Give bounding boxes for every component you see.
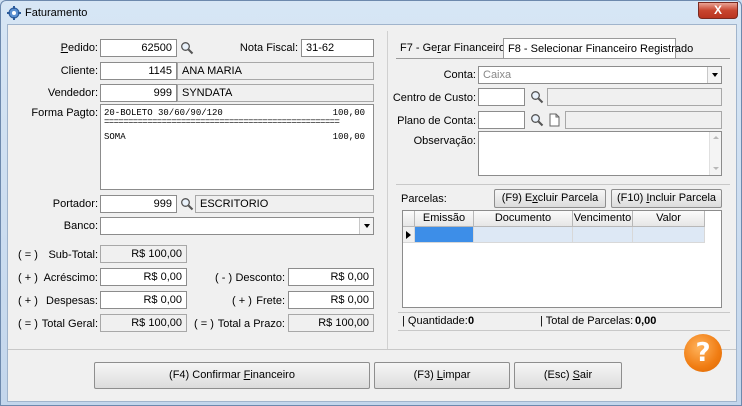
search-icon[interactable] [530, 113, 544, 127]
forma-pagto-separator: ========================================… [104, 117, 340, 127]
chevron-down-icon[interactable] [713, 167, 719, 170]
total-prazo-field: R$ 100,00 [288, 314, 374, 332]
vendedor-code-input[interactable]: 999 [100, 84, 177, 102]
chevron-down-icon[interactable] [359, 218, 373, 234]
grid-header-vencimento[interactable]: Vencimento [573, 211, 633, 227]
quantidade-value: 0 [468, 315, 475, 327]
banco-label: Banco: [63, 220, 98, 232]
grid-header-valor[interactable]: Valor [633, 211, 705, 227]
frete-label: Frete: [256, 295, 285, 307]
scrollbar[interactable] [709, 132, 721, 175]
parcelas-label: Parcelas: [401, 193, 447, 205]
grid-cell-emissao[interactable] [415, 227, 474, 243]
document-icon[interactable] [547, 113, 561, 127]
despesas-sign: ( + ) [18, 295, 38, 307]
observacao-textarea[interactable] [478, 131, 722, 176]
subtotal-label: Sub-Total: [48, 249, 98, 261]
cliente-code-input[interactable]: 1145 [100, 62, 177, 80]
title-bar: Faturamento X [1, 1, 741, 25]
chevron-up-icon[interactable] [713, 136, 719, 139]
centro-custo-label: Centro de Custo: [392, 92, 476, 104]
close-button[interactable]: X [698, 2, 738, 19]
total-geral-field: R$ 100,00 [100, 314, 187, 332]
grid-row-indicator[interactable] [403, 227, 415, 243]
search-icon[interactable] [180, 41, 194, 55]
desconto-input[interactable]: R$ 0,00 [288, 268, 374, 286]
portador-code-input[interactable]: 999 [100, 195, 177, 213]
conta-label: Conta: [443, 69, 476, 81]
observacao-label: Observação: [413, 135, 476, 147]
vendedor-name-field: SYNDATA [177, 84, 374, 102]
form-client-area: Pedido: 62500 Nota Fiscal: 31-62 Cliente… [7, 24, 737, 402]
forma-pagto-label: Forma Pagto: [31, 107, 98, 119]
chevron-down-icon[interactable] [707, 67, 721, 83]
total-prazo-label: Total a Prazo: [217, 318, 285, 330]
quantidade-label: | Quantidade: [402, 315, 468, 327]
frete-input[interactable]: R$ 0,00 [288, 291, 374, 309]
row-pointer-icon [406, 231, 411, 239]
grid-cell-vencimento[interactable] [573, 227, 633, 243]
divider [398, 312, 730, 313]
tab-strip-line [396, 58, 730, 59]
despesas-input[interactable]: R$ 0,00 [100, 291, 187, 309]
pedido-label: Pedido: [60, 42, 98, 54]
limpar-button[interactable]: (F3) Limpar [374, 362, 510, 389]
grid-row-header-corner [403, 211, 415, 227]
help-icon[interactable]: ? [684, 334, 722, 372]
plano-conta-label: Plano de Conta: [397, 115, 476, 127]
panel-separator [387, 31, 388, 349]
divider [396, 184, 730, 185]
total-prazo-sign: ( = ) [194, 318, 214, 330]
confirmar-financeiro-button[interactable]: (F4) Confirmar Financeiro [94, 362, 370, 389]
search-icon[interactable] [180, 197, 194, 211]
incluir-parcela-button[interactable]: (F10) Incluir Parcela [611, 189, 722, 208]
forma-pagto-line2-left: SOMA [104, 132, 126, 142]
tab-selecionar-financeiro[interactable]: F8 - Selecionar Financeiro Registrado [503, 38, 693, 58]
total-parcelas-label: | Total de Parcelas: [540, 315, 634, 327]
subtotal-sign: ( = ) [18, 249, 38, 261]
grid-cell-valor[interactable] [633, 227, 705, 243]
nota-fiscal-input[interactable]: 31-62 [301, 39, 374, 57]
total-geral-label: Total Geral: [41, 318, 98, 330]
tab-gerar-financeiro[interactable]: F7 - Gerar Financeiro [396, 38, 509, 58]
acrescimo-sign: ( + ) [18, 272, 38, 284]
window: Faturamento X Pedido: 62500 Nota Fiscal:… [0, 0, 742, 406]
subtotal-field: R$ 100,00 [100, 245, 187, 263]
grid-header-emissao[interactable]: Emissão [415, 211, 474, 227]
centro-custo-input[interactable] [478, 88, 525, 106]
forma-pagto-memo[interactable]: 20-BOLETO 30/60/90/120 100,00 ==========… [100, 104, 374, 190]
desconto-sign: ( - ) [215, 272, 233, 284]
search-icon[interactable] [530, 90, 544, 104]
window-title: Faturamento [25, 7, 88, 19]
grid-header-documento[interactable]: Documento [474, 211, 573, 227]
total-geral-sign: ( = ) [18, 318, 38, 330]
sair-button[interactable]: (Esc) Sair [514, 362, 622, 389]
despesas-label: Despesas: [46, 295, 98, 307]
plano-conta-name-field [565, 111, 722, 129]
conta-combo[interactable]: Caixa [478, 66, 722, 84]
cliente-name-field: ANA MARIA [177, 62, 374, 80]
grid-cell-documento[interactable] [474, 227, 573, 243]
cliente-label: Cliente: [60, 65, 98, 77]
divider [398, 330, 730, 331]
parcelas-grid[interactable]: Emissão Documento Vencimento Valor [402, 210, 722, 308]
total-parcelas-value: 0,00 [635, 315, 657, 327]
nota-fiscal-label: Nota Fiscal: [239, 42, 298, 54]
centro-custo-name-field [547, 88, 722, 106]
forma-pagto-line2-right: 100,00 [332, 132, 365, 142]
desconto-label: Desconto: [235, 272, 285, 284]
vendedor-label: Vendedor: [47, 87, 98, 99]
app-icon [7, 6, 21, 20]
plano-conta-input[interactable] [478, 111, 525, 129]
portador-name-field: ESCRITORIO [195, 195, 374, 213]
acrescimo-label: Acréscimo: [43, 272, 98, 284]
excluir-parcela-button[interactable]: (F9) Excluir Parcela [494, 189, 606, 208]
portador-label: Portador: [52, 198, 98, 210]
acrescimo-input[interactable]: R$ 0,00 [100, 268, 187, 286]
banco-combo[interactable] [100, 217, 374, 235]
pedido-input[interactable]: 62500 [100, 39, 177, 57]
footer-divider [8, 349, 736, 350]
